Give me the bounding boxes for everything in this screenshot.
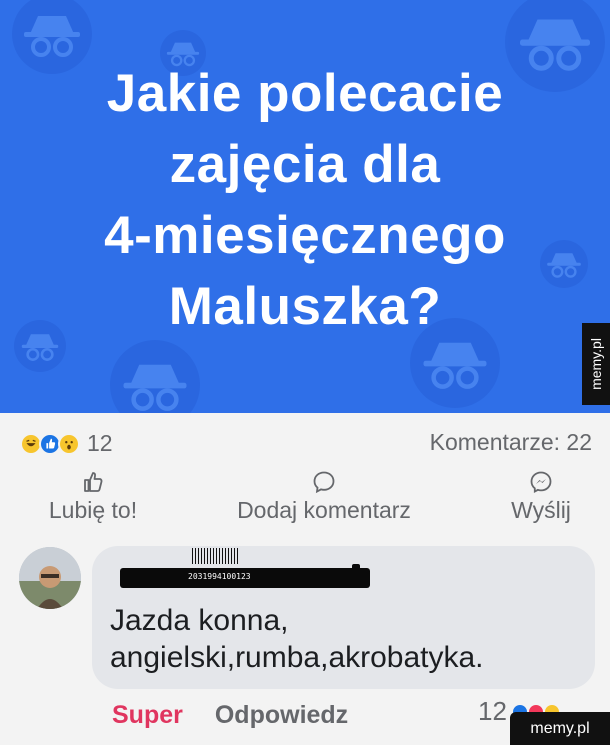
watermark: memy.pl [510, 712, 610, 745]
incognito-icon [110, 340, 200, 413]
comment-reaction-count: 12 [478, 696, 507, 726]
comments-count-link[interactable]: Komentarze: 22 [430, 429, 592, 456]
send-label: Wyślij [511, 497, 571, 523]
comment-bubble: 2031994100123 Jazda konna, angielski,rum… [92, 546, 595, 689]
barcode-number: 2031994100123 [188, 572, 251, 581]
reply-button[interactable]: Odpowiedz [215, 701, 348, 730]
avatar[interactable] [19, 547, 81, 609]
messenger-icon [530, 471, 552, 493]
comment-text: Jazda konna, angielski,rumba,akrobatyka. [110, 602, 484, 676]
wow-icon [58, 432, 80, 455]
side-watermark: memy.pl [582, 323, 610, 405]
post-image: Jakie polecacie zajęcia dla 4-miesięczne… [0, 0, 610, 413]
comment-footer: Super Odpowiedz [112, 701, 348, 730]
headline-line-1: Jakie polecacie [106, 64, 504, 123]
comment-label: Dodaj komentarz [237, 497, 411, 523]
like-label: Lubię to! [48, 497, 138, 523]
headline-line-4: Maluszka? [168, 277, 442, 336]
comment-text-line-2: angielski,rumba,akrobatyka. [110, 641, 484, 674]
send-button[interactable]: Wyślij [496, 469, 586, 524]
comment-text-line-1: Jazda konna, [110, 604, 289, 637]
headline-line-2: zajęcia dla [169, 135, 441, 194]
comment-section: 2031994100123 Jazda konna, angielski,rum… [0, 539, 610, 745]
headline-line-3: 4-miesięcznego [104, 206, 506, 265]
thumbs-up-icon [84, 472, 103, 492]
reaction-super-button[interactable]: Super [112, 701, 183, 730]
comment-bubble-icon [313, 471, 335, 494]
reaction-count: 12 [87, 430, 113, 456]
reactions-summary[interactable]: 12 [20, 430, 113, 457]
like-button[interactable]: Lubię to! [30, 469, 156, 524]
redaction-mark [352, 564, 360, 578]
post-actions-bar: Lubię to! Dodaj komentarz Wyślij [0, 469, 610, 539]
post-headline: Jakie polecacie zajęcia dla 4-miesięczne… [0, 58, 610, 342]
barcode-mark [192, 548, 240, 564]
add-comment-button[interactable]: Dodaj komentarz [210, 469, 438, 524]
reactions-stats-bar: 12 Komentarze: 22 [0, 413, 610, 469]
